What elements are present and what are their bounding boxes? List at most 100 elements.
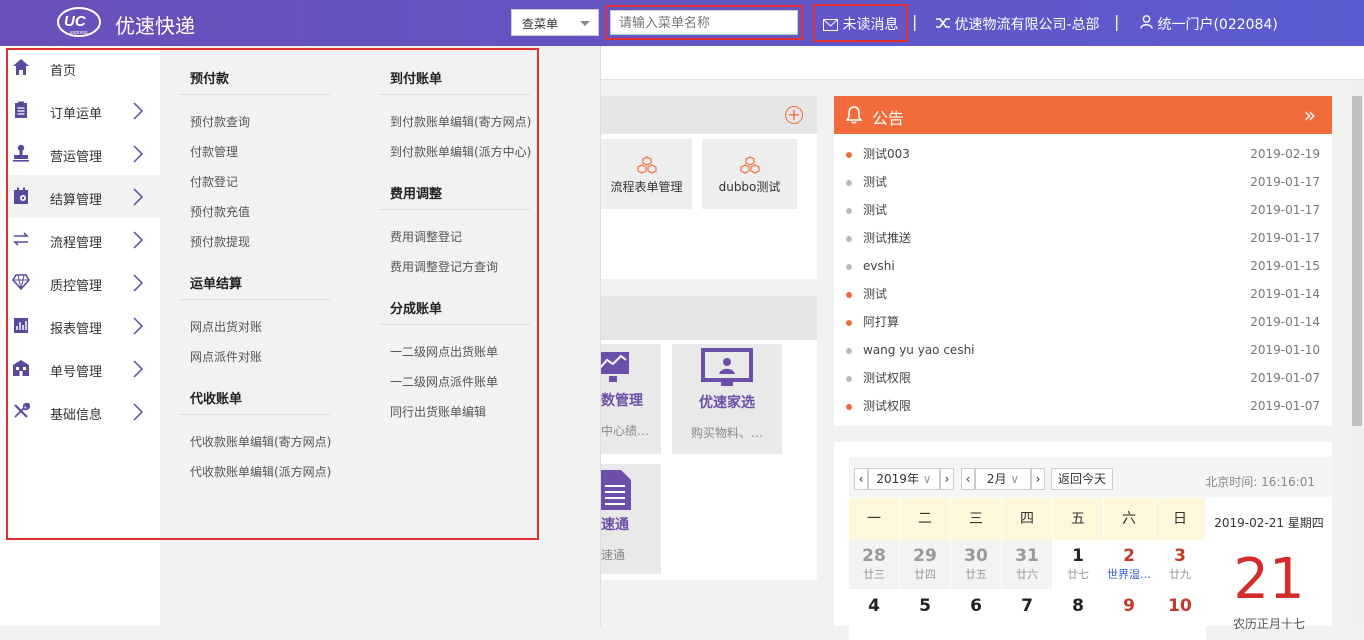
shortcut-panel: + 流程表单管理 dubbo测试 <box>601 96 817 279</box>
scrollbar-thumb[interactable] <box>1352 96 1362 426</box>
notice-item[interactable]: wang yu yao ceshi 2019-01-10 <box>834 336 1332 364</box>
tile-subtitle: 速通 <box>601 548 626 562</box>
add-icon[interactable]: + <box>785 106 803 124</box>
page-scrollbar[interactable] <box>1350 80 1364 626</box>
notice-header: 公告 » <box>834 96 1332 134</box>
company-switch[interactable]: 优速物流有限公司-总部 <box>936 14 1100 34</box>
double-chevron-right-icon[interactable]: » <box>1304 103 1316 127</box>
next-year-button[interactable]: › <box>940 468 954 490</box>
sidebar-item-2[interactable]: 营运管理 <box>6 132 160 175</box>
submenu-link[interactable]: 一二级网点派件账单 <box>390 373 498 390</box>
tile-sutong[interactable]: 速通 速通 <box>599 464 661 574</box>
day-number: 8 <box>1072 596 1084 616</box>
submenu-link[interactable]: 网点派件对账 <box>190 348 262 365</box>
notice-text: 测试权限 <box>863 371 912 385</box>
submenu-link[interactable]: 代收款账单编辑(寄方网点) <box>190 433 331 450</box>
month-select[interactable]: 2月 ∨ <box>975 468 1031 490</box>
submenu-link[interactable]: 到付款账单编辑(寄方网点) <box>390 113 531 130</box>
prev-month-button[interactable]: ‹ <box>961 468 975 490</box>
notice-item[interactable]: 测试权限 2019-01-07 <box>834 392 1332 420</box>
calendar-day[interactable]: 28 廿三 <box>849 540 900 590</box>
sidebar-item-1[interactable]: 订单运单 <box>6 89 160 132</box>
notice-item[interactable]: evshi 2019-01-15 <box>834 252 1332 280</box>
calendar-day[interactable]: 2 世界湿… <box>1104 540 1155 590</box>
submenu-link[interactable]: 同行出货账单编辑 <box>390 403 486 420</box>
calendar-day[interactable]: 3 廿九 <box>1155 540 1206 590</box>
tile-dubbo[interactable]: dubbo测试 <box>702 139 797 209</box>
submenu-link[interactable]: 付款管理 <box>190 143 238 160</box>
brand-name: 优速快递 <box>115 14 195 38</box>
notice-item[interactable]: 阿打算 2019-01-14 <box>834 308 1332 336</box>
submenu-link[interactable]: 一二级网点出货账单 <box>390 343 498 360</box>
sidebar-item-6[interactable]: 报表管理 <box>6 304 160 347</box>
sidebar-item-7[interactable]: 单号管理 <box>6 347 160 390</box>
calendar-day[interactable]: 29 廿四 <box>900 540 951 590</box>
submenu-link[interactable]: 网点出货对账 <box>190 318 262 335</box>
sidebar-item-5[interactable]: 质控管理 <box>6 261 160 304</box>
chevron-right-icon <box>133 231 144 249</box>
calendar-day[interactable]: 10 <box>1155 590 1206 640</box>
sidebar-item-label: 基础信息 <box>50 408 103 423</box>
calendar-day[interactable]: 7 <box>1002 590 1053 640</box>
calendar-day[interactable]: 9 <box>1104 590 1155 640</box>
calendar-day[interactable]: 6 <box>951 590 1002 640</box>
sidebar-item-label: 质控管理 <box>50 279 103 294</box>
notice-item[interactable]: 测试 2019-01-17 <box>834 196 1332 224</box>
notice-item[interactable]: 测试 2019-01-17 <box>834 168 1332 196</box>
chevron-right-icon <box>133 145 144 163</box>
notice-item[interactable]: 测试推送 2019-01-17 <box>834 224 1332 252</box>
year-select[interactable]: 2019年 ∨ <box>868 468 940 490</box>
sidebar-item-0[interactable]: 首页 <box>6 46 160 89</box>
sidebar-item-4[interactable]: 流程管理 <box>6 218 160 261</box>
presentation-icon <box>701 348 753 386</box>
submenu-link[interactable]: 付款登记 <box>190 173 238 190</box>
submenu-link[interactable]: 到付款账单编辑(派方中心) <box>390 143 531 160</box>
menu-select[interactable]: 查菜单 <box>511 9 599 36</box>
submenu-link[interactable]: 代收款账单编辑(派方网点) <box>190 463 331 480</box>
sidebar-item-label: 订单运单 <box>50 107 103 122</box>
submenu-link[interactable]: 预付款查询 <box>190 113 250 130</box>
submenu-link[interactable]: 预付款提现 <box>190 233 250 250</box>
tile-uc-home[interactable]: 优速家选 购买物料、… <box>672 344 782 454</box>
submenu-link[interactable]: 费用调整登记方查询 <box>390 258 498 275</box>
tile-flow-form[interactable]: 流程表单管理 <box>601 139 692 209</box>
year-value: 2019年 <box>876 472 919 486</box>
shuffle-icon <box>936 18 950 28</box>
calendar-widget: ‹ 2019年 ∨ › ‹ 2月 ∨ › 返回今天 北京时间: 16:16:01… <box>834 442 1333 640</box>
today-day: 21 <box>1233 547 1305 612</box>
divider <box>180 94 330 95</box>
today-button[interactable]: 返回今天 <box>1051 468 1113 490</box>
unread-messages-button[interactable]: 未读消息 <box>813 4 908 42</box>
notice-item[interactable]: 测试权限 2019-01-07 <box>834 364 1332 392</box>
prev-year-button[interactable]: ‹ <box>854 468 868 490</box>
tile-performance[interactable]: 数管理 中心绩… <box>597 344 661 454</box>
calendar-day[interactable]: 30 廿五 <box>951 540 1002 590</box>
tile-label: 流程表单管理 <box>610 180 683 194</box>
sidebar-item-8[interactable]: 基础信息 <box>6 390 160 433</box>
month-value: 2月 <box>986 472 1007 486</box>
notice-text: 测试 <box>863 203 888 217</box>
notice-date: 2019-01-14 <box>1250 315 1320 329</box>
calendar-day[interactable]: 31 廿六 <box>1002 540 1053 590</box>
notice-item[interactable]: 测试 2019-01-14 <box>834 280 1332 308</box>
calendar-day[interactable]: 4 <box>849 590 900 640</box>
notice-date: 2019-01-17 <box>1250 231 1320 245</box>
calendar-day[interactable]: 8 <box>1053 590 1104 640</box>
calendar-day[interactable]: 5 <box>900 590 951 640</box>
user-portal[interactable]: 统一门户(022084) <box>1140 14 1278 34</box>
next-month-button[interactable]: › <box>1031 468 1045 490</box>
submenu-link[interactable]: 预付款充值 <box>190 203 250 220</box>
bullet-dot <box>846 292 852 298</box>
lunar-day: 廿六 <box>1016 568 1038 581</box>
calendar-day[interactable]: 1 廿七 <box>1053 540 1104 590</box>
divider <box>180 299 330 300</box>
submenu-link[interactable]: 费用调整登记 <box>390 228 462 245</box>
divider: | <box>912 12 918 31</box>
submenu-section-title: 分成账单 <box>390 302 443 317</box>
sidebar-item-3[interactable]: 结算管理 <box>6 175 160 218</box>
menu-search-input[interactable] <box>610 10 798 35</box>
day-number: 3 <box>1174 546 1186 566</box>
bullet-dot <box>846 348 852 354</box>
notice-item[interactable]: 测试003 2019-02-19 <box>834 140 1332 168</box>
bullet-dot <box>846 208 852 214</box>
